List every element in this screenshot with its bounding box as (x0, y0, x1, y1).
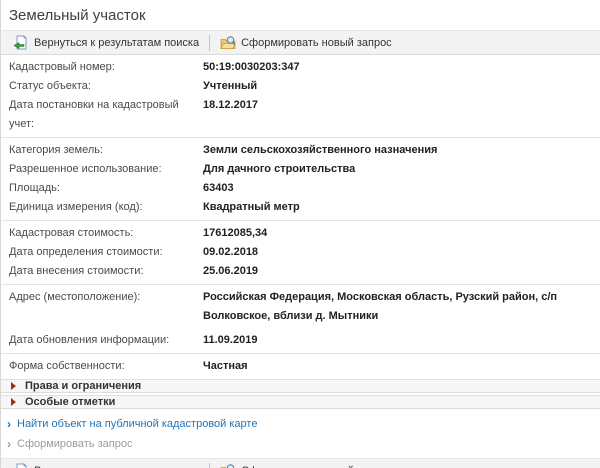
land-parcel-page: Земельный участок Вернуться к результата… (0, 0, 600, 468)
field-label: Дата определения стоимости: (9, 246, 163, 258)
registration-date-row: Дата постановки на кадастровый учет: 18.… (1, 96, 600, 134)
field-value: Земли сельскохозяйственного назначения (203, 144, 438, 156)
action-links: › Найти объект на публичной кадастровой … (1, 409, 600, 458)
back-to-results-button[interactable]: Вернуться к результатам поиска (7, 33, 205, 53)
back-to-results-label: Вернуться к результатам поиска (34, 36, 200, 49)
toolbar-divider (209, 34, 211, 51)
identification-section: Кадастровый номер: 50:19:0030203:347 Ста… (1, 55, 600, 138)
cadastral-value-section: Кадастровая стоимость: 17612085,34 Дата … (1, 221, 600, 285)
toolbar-divider (209, 462, 211, 468)
field-value: Квадратный метр (203, 201, 300, 213)
field-label: Площадь: (9, 182, 60, 194)
field-value: 25.06.2019 (203, 265, 259, 277)
field-label: Разрешенное использование: (9, 163, 162, 175)
field-label: Категория земель: (9, 144, 104, 156)
field-label: Дата внесения стоимости: (9, 265, 144, 277)
triangle-right-icon (11, 382, 16, 390)
cadastral-value-row: Кадастровая стоимость: 17612085,34 (1, 224, 600, 243)
ownership-section: Форма собственности: Частная (1, 354, 600, 379)
land-category-row: Категория земель: Земли сельскохозяйстве… (1, 141, 600, 160)
field-value: 09.02.2018 (203, 246, 259, 258)
top-toolbar: Вернуться к результатам поиска Сформиров… (1, 30, 600, 55)
expander-label: Права и ограничения (25, 380, 142, 392)
find-on-public-map-link[interactable]: › Найти объект на публичной кадастровой … (1, 414, 600, 434)
expander-rights-and-restrictions[interactable]: Права и ограничения (1, 379, 600, 393)
address-section: Адрес (местоположение): Российская Федер… (1, 285, 600, 354)
field-label: Адрес (местоположение): (9, 291, 141, 303)
field-label: Единица измерения (код): (9, 201, 143, 213)
chevron-right-icon: › (7, 417, 11, 431)
field-value: 11.09.2019 (203, 334, 258, 346)
value-determination-date-row: Дата определения стоимости: 09.02.2018 (1, 243, 600, 262)
page-title: Земельный участок (9, 7, 146, 24)
chevron-right-icon: › (7, 437, 11, 451)
back-to-results-label: Вернуться к результатам поиска (34, 465, 199, 468)
cadastral-number-row: Кадастровый номер: 50:19:0030203:347 (1, 58, 600, 77)
land-characteristics-section: Категория земель: Земли сельскохозяйстве… (1, 138, 600, 221)
field-value: 63403 (203, 182, 234, 194)
link-label: Сформировать запрос (17, 438, 133, 450)
field-value: 50:19:0030203:347 (203, 61, 300, 73)
new-request-icon (220, 463, 235, 468)
field-value: Частная (203, 360, 248, 372)
back-icon (13, 34, 27, 49)
field-label: Дата обновления информации: (9, 334, 170, 346)
object-status-row: Статус объекта: Учтенный (1, 77, 600, 96)
field-label: Кадастровый номер: (9, 61, 115, 73)
field-value: 17612085,34 (203, 227, 268, 239)
info-update-date-row: Дата обновления информации: 11.09.2019 (1, 331, 600, 350)
measurement-unit-row: Единица измерения (код): Квадратный метр (1, 198, 600, 217)
field-label: Дата постановки на кадастровый учет: (9, 99, 179, 130)
field-value: Российская Федерация, Московская область… (203, 291, 558, 322)
back-icon (16, 462, 27, 468)
link-label: Найти объект на публичной кадастровой ка… (17, 418, 258, 430)
new-request-label: Сформировать новый запрос (241, 36, 392, 49)
back-to-results-button[interactable]: Вернуться к результатам поиска (7, 461, 205, 468)
address-row: Адрес (местоположение): Российская Федер… (1, 288, 600, 326)
field-label: Форма собственности: (9, 360, 125, 372)
bottom-toolbar: Вернуться к результатам поиска Сформиров… (1, 458, 600, 468)
ownership-form-row: Форма собственности: Частная (1, 357, 600, 376)
triangle-right-icon (11, 398, 16, 406)
field-value: 18.12.2017 (203, 99, 259, 111)
expander-label: Особые отметки (25, 396, 116, 408)
form-request-link: › Сформировать запрос (1, 434, 600, 454)
permitted-use-row: Разрешенное использование: Для дачного с… (1, 160, 600, 179)
area-row: Площадь: 63403 (1, 179, 600, 198)
new-request-button[interactable]: Сформировать новый запрос (214, 461, 398, 468)
value-entry-date-row: Дата внесения стоимости: 25.06.2019 (1, 262, 600, 281)
new-request-label: Сформировать новый запрос (241, 465, 392, 468)
field-value: Учтенный (203, 80, 258, 92)
field-value: Для дачного строительства (203, 163, 356, 175)
field-label: Кадастровая стоимость: (9, 227, 134, 239)
new-request-icon (220, 35, 236, 49)
field-label: Статус объекта: (9, 80, 91, 92)
new-request-button[interactable]: Сформировать новый запрос (214, 33, 398, 53)
expander-special-notes[interactable]: Особые отметки (1, 395, 600, 409)
